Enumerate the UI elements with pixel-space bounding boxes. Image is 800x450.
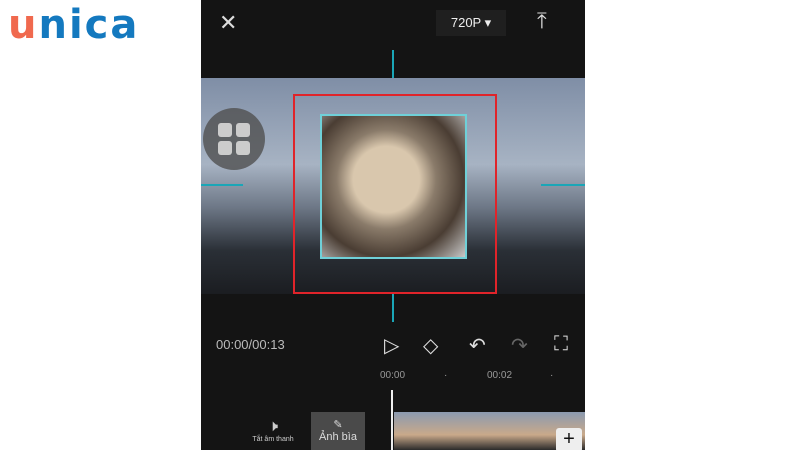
vertical-guide <box>392 294 394 322</box>
pencil-icon: ✎ <box>333 419 343 431</box>
mute-button[interactable]: 🕨 Tắt âm thanh <box>241 418 305 443</box>
play-icon[interactable]: ▷ <box>384 333 399 358</box>
add-clip-button[interactable]: + <box>556 428 582 450</box>
close-icon[interactable]: ✕ <box>219 10 237 36</box>
playhead[interactable] <box>391 390 393 450</box>
tick-label: 00:00 <box>380 370 406 381</box>
tick-label: 00:02 <box>487 370 513 381</box>
video-preview[interactable] <box>201 78 585 294</box>
redo-icon[interactable]: ↷ <box>511 333 528 358</box>
grid-menu-button[interactable] <box>203 108 265 170</box>
tick-dot: · <box>444 370 448 381</box>
playback-time: 00:00/00:13 <box>216 337 285 352</box>
speaker-icon: 🕨 <box>267 418 279 435</box>
upload-icon[interactable]: ⤒ <box>537 8 547 34</box>
vertical-guide <box>392 50 394 78</box>
cover-button[interactable]: ✎ Ảnh bìa <box>311 412 365 450</box>
keyframe-icon[interactable]: ◇ <box>423 333 438 358</box>
unica-logo: unica <box>8 2 140 48</box>
resolution-dropdown[interactable]: 720P ▾ <box>436 10 506 36</box>
tick-dot: · <box>550 370 554 381</box>
horizontal-guide <box>541 184 585 186</box>
capcut-editor: ✕ 720P ▾ ⤒ 00:00/00:13 ▷ ◇ ↶ ↷ ⛶ 00:00 ·… <box>201 0 585 450</box>
cat-overlay-image[interactable] <box>320 114 467 259</box>
horizontal-guide <box>201 184 243 186</box>
fullscreen-icon[interactable]: ⛶ <box>554 333 568 356</box>
undo-icon[interactable]: ↶ <box>469 333 486 358</box>
